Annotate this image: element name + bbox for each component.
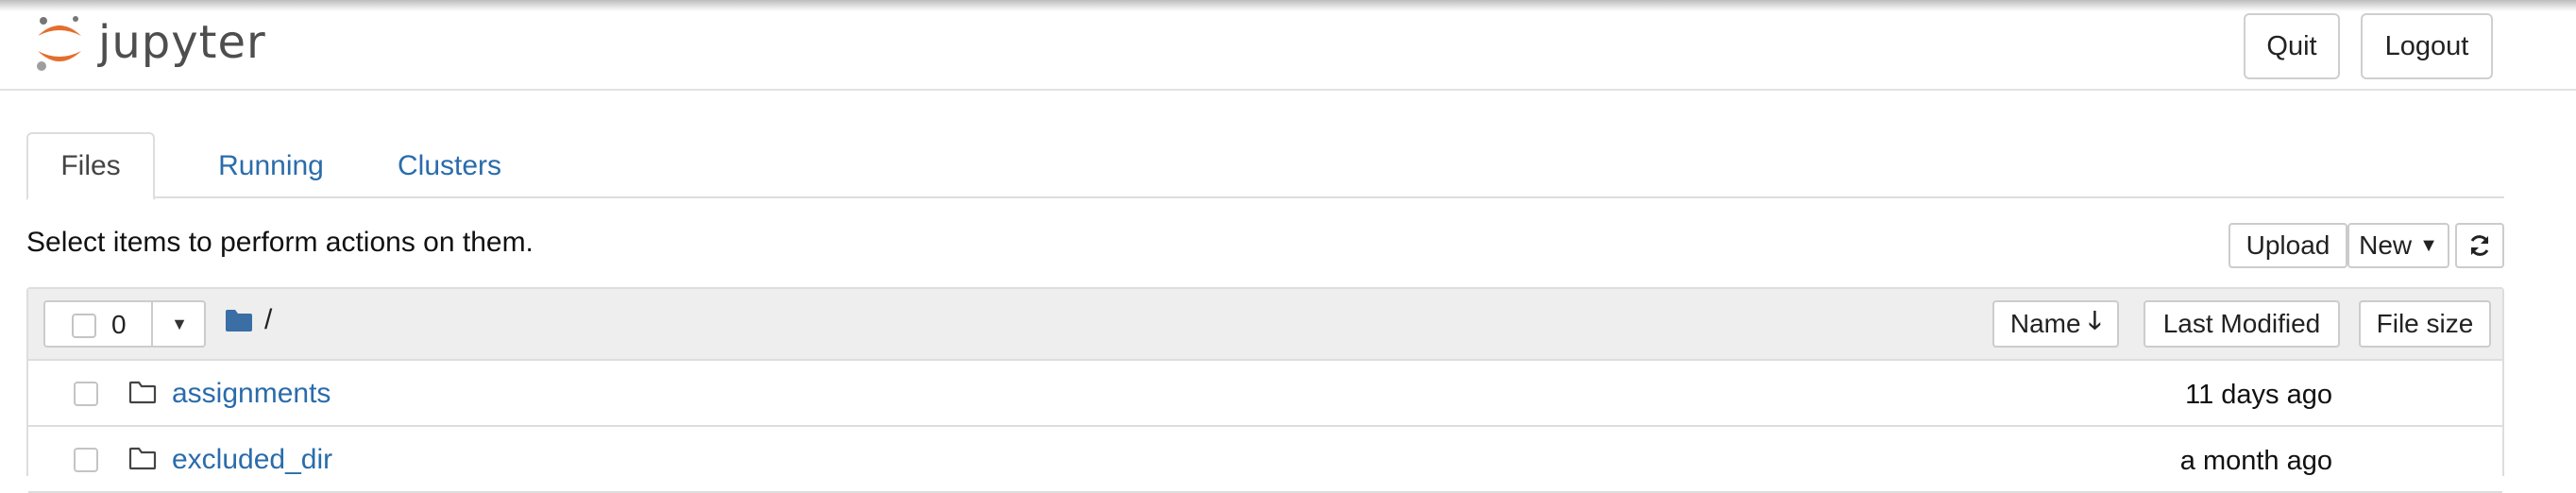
logo-text: jupyter [98, 16, 266, 69]
folder-icon[interactable] [225, 308, 253, 332]
folder-icon [128, 447, 157, 470]
caret-down-icon: ▼ [2419, 234, 2438, 256]
select-all-group: 0 ▼ [43, 300, 206, 348]
select-all-checkbox[interactable] [72, 314, 96, 338]
file-list-header: 0 ▼ / Name 🡓 Last Modified File size [28, 289, 2502, 361]
item-name-link[interactable]: excluded_dir [172, 444, 332, 476]
refresh-icon [2470, 235, 2489, 256]
arrow-down-icon: 🡓 [2088, 306, 2102, 334]
item-name-link[interactable]: assignments [172, 378, 330, 410]
selected-count: 0 [111, 310, 127, 339]
folder-icon [128, 381, 157, 404]
tab-clusters[interactable]: Clusters [359, 132, 540, 200]
sort-by-size-button[interactable]: File size [2359, 300, 2491, 348]
item-modified: a month ago [2179, 446, 2332, 476]
item-checkbox[interactable] [74, 448, 98, 472]
sort-by-name-button[interactable]: Name 🡓 [1992, 300, 2119, 348]
instructions-text: Select items to perform actions on them. [26, 227, 534, 258]
sort-by-modified-button[interactable]: Last Modified [2144, 300, 2340, 348]
breadcrumb-root[interactable]: / [264, 304, 272, 336]
logout-button[interactable]: Logout [2361, 13, 2493, 79]
list-item[interactable]: assignments 11 days ago [28, 361, 2502, 427]
upload-button[interactable]: Upload [2229, 223, 2347, 268]
new-dropdown-button[interactable]: New ▼ [2347, 223, 2449, 268]
header-shadow [0, 0, 2576, 11]
select-dropdown-button[interactable]: ▼ [153, 302, 206, 346]
list-item[interactable]: excluded_dir a month ago [28, 427, 2502, 493]
quit-button[interactable]: Quit [2244, 13, 2340, 79]
refresh-button[interactable] [2455, 223, 2504, 268]
new-button-label: New [2359, 230, 2413, 260]
header: jupyter Quit Logout [0, 0, 2576, 91]
jupyter-logo-icon [37, 16, 81, 71]
item-modified: 11 days ago [2185, 380, 2332, 410]
item-checkbox[interactable] [74, 382, 98, 406]
tab-files[interactable]: Files [26, 132, 155, 200]
file-list: 0 ▼ / Name 🡓 Last Modified File size ass… [26, 287, 2504, 493]
tab-bar: Files Running Clusters [26, 132, 2504, 200]
jupyter-logo[interactable]: jupyter [34, 11, 266, 74]
caret-down-icon: ▼ [171, 314, 188, 333]
tab-running[interactable]: Running [178, 132, 364, 200]
sort-name-label: Name [2009, 309, 2081, 338]
